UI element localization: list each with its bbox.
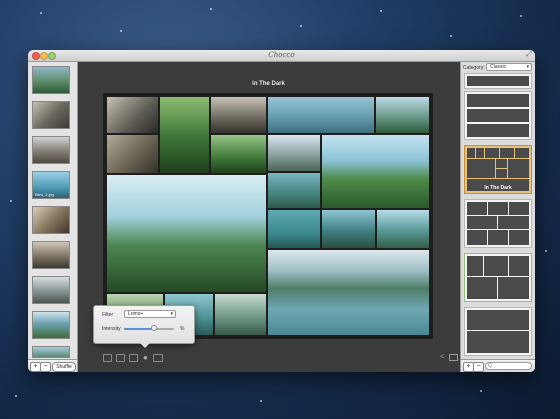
filter-value: Lomo+ [128, 311, 144, 317]
fullscreen-icon[interactable]: ⤢ [526, 51, 532, 59]
photo-cell[interactable] [268, 250, 429, 335]
intensity-fill [124, 328, 154, 330]
intensity-label: Intensity [102, 326, 121, 332]
templates-panel: Category: Classic ▾ In The Dark [460, 62, 535, 372]
intensity-knob[interactable] [151, 325, 157, 331]
folder-icon[interactable] [116, 354, 125, 362]
photo-thumbnail[interactable] [32, 136, 70, 164]
window-title: Chocco [268, 51, 295, 59]
drop-icon[interactable]: ● [143, 353, 148, 362]
filter-popover: Filter Lomo+ ▾ Intensity % [93, 305, 195, 348]
photo-thumbnail[interactable] [32, 241, 70, 269]
template-thumbnail[interactable] [464, 91, 532, 140]
template-name: In The Dark [484, 185, 512, 191]
photo-cell[interactable] [107, 135, 158, 173]
crop-icon[interactable] [103, 354, 112, 362]
collage-board[interactable] [103, 93, 433, 339]
photo-thumbnail[interactable] [32, 101, 70, 129]
category-select[interactable]: Classic ▾ [486, 63, 532, 71]
template-thumbnail[interactable] [464, 199, 532, 248]
collage-title[interactable]: In The Dark [78, 81, 459, 87]
frame-icon[interactable] [153, 354, 163, 362]
template-thumbnail[interactable] [464, 253, 532, 302]
photo-cell[interactable] [211, 97, 266, 133]
photo-cell[interactable] [268, 135, 320, 171]
title-bar: Chocco ⤢ [28, 50, 535, 62]
dropdown-arrow-icon: ▾ [526, 64, 529, 70]
photo-cell[interactable] [268, 210, 320, 248]
template-thumbnail[interactable] [464, 307, 532, 356]
template-thumbnail[interactable] [464, 73, 532, 89]
info-icon[interactable] [129, 354, 138, 362]
photo-thumbnail[interactable] [32, 276, 70, 304]
photo-thumbnail[interactable] [32, 206, 70, 234]
photo-cell[interactable] [107, 175, 266, 292]
share-icon[interactable]: < [440, 352, 445, 361]
photo-cell[interactable] [376, 97, 429, 133]
intensity-slider[interactable] [124, 325, 174, 331]
template-search-field[interactable]: Q [485, 362, 532, 370]
photo-sidebar[interactable]: Bled_2.jpg [28, 62, 78, 360]
photo-cell[interactable] [268, 97, 374, 133]
photo-thumbnail[interactable] [32, 311, 70, 339]
photo-cell[interactable] [107, 97, 158, 133]
search-icon: Q [488, 363, 492, 369]
remove-photo-button[interactable]: − [40, 362, 51, 372]
photo-cell[interactable] [322, 210, 375, 248]
category-value: Classic [490, 64, 507, 70]
photo-cell[interactable] [268, 173, 320, 208]
photo-cell[interactable] [322, 135, 429, 208]
photo-cell[interactable] [215, 294, 266, 335]
photo-cell[interactable] [160, 97, 209, 173]
sidebar-bottom-bar: + − Shuffle [28, 359, 78, 372]
shuffle-button[interactable]: Shuffle [52, 362, 76, 372]
category-label: Category: [463, 65, 485, 71]
intensity-unit: % [180, 326, 185, 332]
photo-cell[interactable] [211, 135, 266, 173]
photo-cell[interactable] [377, 210, 429, 248]
photo-thumbnail[interactable] [32, 346, 70, 358]
photo-thumbnail[interactable] [32, 66, 70, 94]
remove-template-button[interactable]: − [473, 362, 484, 372]
thumbnail-caption: Bled_2.jpg [35, 192, 54, 197]
template-thumbnail-selected[interactable]: In The Dark [464, 145, 532, 194]
export-icon[interactable] [449, 354, 458, 361]
photo-thumbnail[interactable]: Bled_2.jpg [32, 171, 70, 199]
filter-select[interactable]: Lomo+ ▾ [124, 310, 176, 318]
templates-bottom-bar: + − Q [460, 359, 535, 372]
filter-label: Filter [102, 312, 114, 318]
dropdown-arrow-icon: ▾ [170, 311, 173, 317]
